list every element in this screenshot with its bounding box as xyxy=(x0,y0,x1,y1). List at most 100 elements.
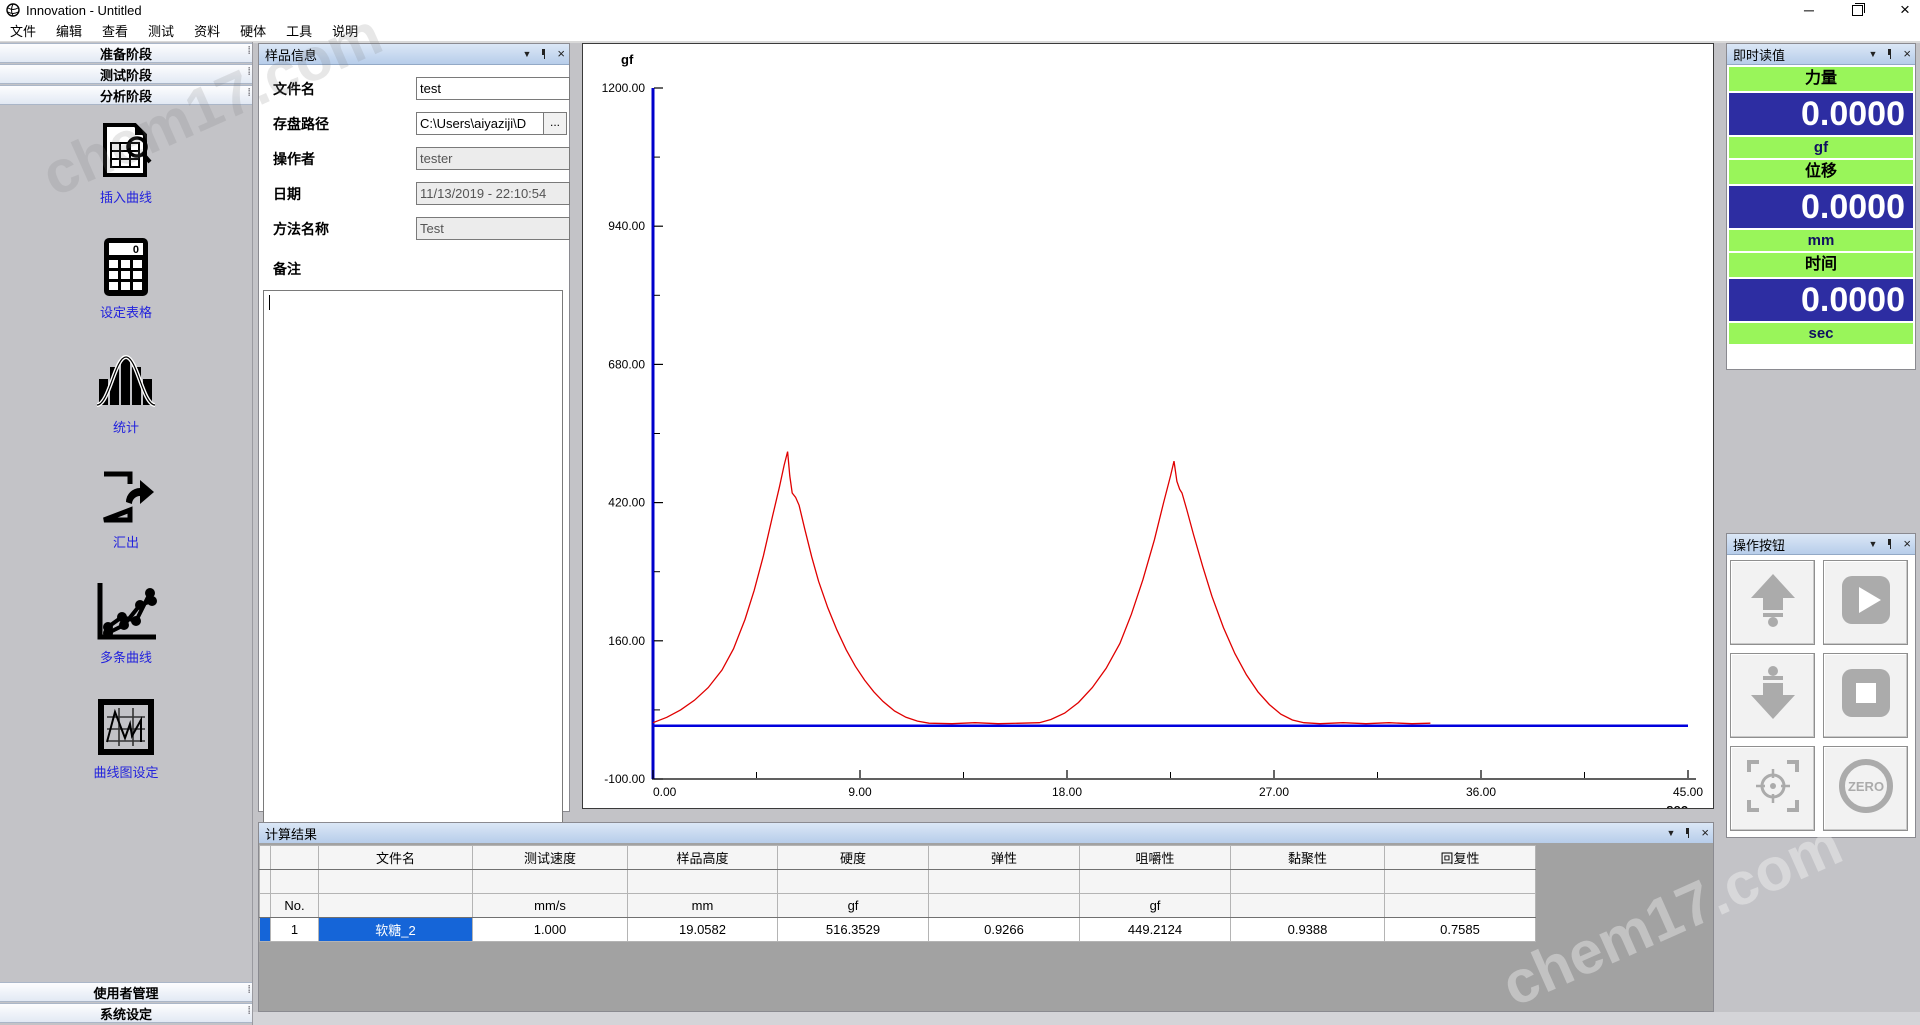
window-controls: ─ × xyxy=(1802,0,1912,20)
results-header-cell xyxy=(260,894,271,918)
results-header-cell: gf xyxy=(778,894,929,918)
value-cell-5[interactable]: 0.9388 xyxy=(1231,918,1385,942)
svg-text:160.00: 160.00 xyxy=(608,634,645,648)
minimize-button[interactable]: ─ xyxy=(1802,3,1816,17)
results-header-cell xyxy=(260,846,271,870)
svg-text:18.00: 18.00 xyxy=(1052,785,1082,799)
browse-button[interactable]: ... xyxy=(543,112,567,135)
table-row[interactable]: 1软糖_21.00019.0582516.35290.9266449.21240… xyxy=(260,918,1536,942)
dropdown-icon[interactable]: ▼ xyxy=(522,50,531,59)
sidebar: 准备阶段⁞测试阶段⁞分析阶段⁞ 插入曲线0设定表格统计汇出多条曲线曲线图设定 使… xyxy=(0,42,253,1025)
stop-button[interactable] xyxy=(1823,653,1908,738)
probe-down-button[interactable] xyxy=(1730,653,1815,738)
pin-icon[interactable] xyxy=(1886,49,1894,59)
probe-up-button[interactable] xyxy=(1730,560,1815,645)
tool-export[interactable]: 汇出 xyxy=(0,464,252,551)
dropdown-icon[interactable]: ▼ xyxy=(1868,50,1877,59)
svg-text:sec: sec xyxy=(1666,801,1688,808)
close-button[interactable]: × xyxy=(1898,3,1912,17)
menu-item-2[interactable]: 查看 xyxy=(92,19,138,42)
close-icon[interactable]: × xyxy=(1701,826,1709,839)
tool-label: 设定表格 xyxy=(100,302,152,321)
set-table-icon: 0 xyxy=(100,234,152,300)
close-icon[interactable]: × xyxy=(1903,537,1911,550)
value-cell-2[interactable]: 516.3529 xyxy=(778,918,929,942)
tool-label: 多条曲线 xyxy=(100,647,152,666)
value-cell-3[interactable]: 0.9266 xyxy=(929,918,1080,942)
close-icon[interactable]: × xyxy=(557,47,565,60)
series-force-curve xyxy=(653,452,1430,724)
run-button[interactable] xyxy=(1823,560,1908,645)
field-input-3[interactable] xyxy=(416,182,570,205)
results-header-cell xyxy=(473,870,628,894)
results-table: 文件名测试速度样品高度硬度弹性咀嚼性黏聚性回复性No.mm/smmgfgf1软糖… xyxy=(259,845,1536,942)
sample-info-panel: 样品信息 ▼× 文件名存盘路径...操作者日期方法名称备注 xyxy=(258,43,570,812)
value-cell-4[interactable]: 449.2124 xyxy=(1080,918,1231,942)
menu-item-7[interactable]: 说明 xyxy=(322,19,368,42)
column-header-4: 弹性 xyxy=(929,846,1080,870)
grip-icon: ⁞ xyxy=(247,45,249,57)
readout-value: 0.0000 xyxy=(1729,279,1913,321)
sidebar-tab-1[interactable]: 测试阶段⁞ xyxy=(0,64,252,84)
readout-1: 位移0.0000mm xyxy=(1729,160,1913,251)
dropdown-icon[interactable]: ▼ xyxy=(1666,829,1675,838)
dropdown-icon[interactable]: ▼ xyxy=(1868,540,1877,549)
svg-text:gf: gf xyxy=(621,52,634,67)
menu-item-0[interactable]: 文件 xyxy=(0,19,46,42)
restore-button[interactable] xyxy=(1850,3,1864,17)
close-icon[interactable]: × xyxy=(1903,47,1911,60)
results-header-cell xyxy=(1385,870,1536,894)
zero-button[interactable]: ZERO xyxy=(1823,746,1908,831)
readout-unit: gf xyxy=(1729,137,1913,158)
results-header-cell: mm/s xyxy=(473,894,628,918)
field-input-4[interactable] xyxy=(416,217,570,240)
pin-icon[interactable] xyxy=(1886,539,1894,549)
tool-label: 统计 xyxy=(113,417,139,436)
menu-item-1[interactable]: 编辑 xyxy=(46,19,92,42)
value-cell-6[interactable]: 0.7585 xyxy=(1385,918,1536,942)
results-header-cell xyxy=(1231,870,1385,894)
sidebar-bottom-tab-0[interactable]: 使用者管理⁞ xyxy=(0,982,252,1002)
field-label-2: 操作者 xyxy=(273,149,315,169)
sidebar-top-tabs: 准备阶段⁞测试阶段⁞分析阶段⁞ xyxy=(0,43,252,105)
pin-icon[interactable] xyxy=(540,49,548,59)
field-input-1[interactable] xyxy=(416,112,546,135)
field-input-0[interactable] xyxy=(416,77,570,100)
menu-item-3[interactable]: 测试 xyxy=(138,19,184,42)
sidebar-tab-2-label: 分析阶段 xyxy=(100,86,152,105)
sidebar-tab-2[interactable]: 分析阶段⁞ xyxy=(0,85,252,105)
readout-unit: sec xyxy=(1729,323,1913,344)
operation-buttons-header: 操作按钮 ▼× xyxy=(1727,534,1915,555)
results-panel: 计算结果 ▼× 文件名测试速度样品高度硬度弹性咀嚼性黏聚性回复性No.mm/sm… xyxy=(258,822,1714,1012)
results-header-cell xyxy=(929,870,1080,894)
results-header-cell: mm xyxy=(628,894,778,918)
pin-icon[interactable] xyxy=(1684,828,1692,838)
value-cell-1[interactable]: 19.0582 xyxy=(628,918,778,942)
row-number: 1 xyxy=(271,918,319,942)
tool-curve-settings[interactable]: 曲线图设定 xyxy=(0,694,252,781)
notes-textarea[interactable] xyxy=(263,290,563,826)
value-cell-0[interactable]: 1.000 xyxy=(473,918,628,942)
arrow-down-icon xyxy=(1747,665,1799,726)
sidebar-bottom-tab-1[interactable]: 系统设定⁞ xyxy=(0,1003,252,1023)
menu-item-5[interactable]: 硬体 xyxy=(230,19,276,42)
file-name-cell[interactable]: 软糖_2 xyxy=(319,918,473,942)
tool-multi-curve[interactable]: 多条曲线 xyxy=(0,579,252,666)
tool-statistics[interactable]: 统计 xyxy=(0,349,252,436)
chart-panel: -100.00160.00420.00680.00940.001200.000.… xyxy=(582,43,1714,809)
menu-item-4[interactable]: 资料 xyxy=(184,19,230,42)
target-button[interactable] xyxy=(1730,746,1815,831)
column-header-0: 文件名 xyxy=(319,846,473,870)
text-caret xyxy=(269,295,270,310)
tool-set-table[interactable]: 0 设定表格 xyxy=(0,234,252,321)
field-label-4: 方法名称 xyxy=(273,219,329,239)
tool-insert-curve[interactable]: 插入曲线 xyxy=(0,119,252,206)
menu-item-6[interactable]: 工具 xyxy=(276,19,322,42)
field-input-2[interactable] xyxy=(416,147,570,170)
notes-label: 备注 xyxy=(273,259,301,279)
sidebar-tab-0[interactable]: 准备阶段⁞ xyxy=(0,43,252,63)
results-header-cell xyxy=(929,894,1080,918)
results-body: 文件名测试速度样品高度硬度弹性咀嚼性黏聚性回复性No.mm/smmgfgf1软糖… xyxy=(259,843,1713,1011)
sample-info-header: 样品信息 ▼× xyxy=(259,44,569,65)
results-header-cell xyxy=(260,870,271,894)
